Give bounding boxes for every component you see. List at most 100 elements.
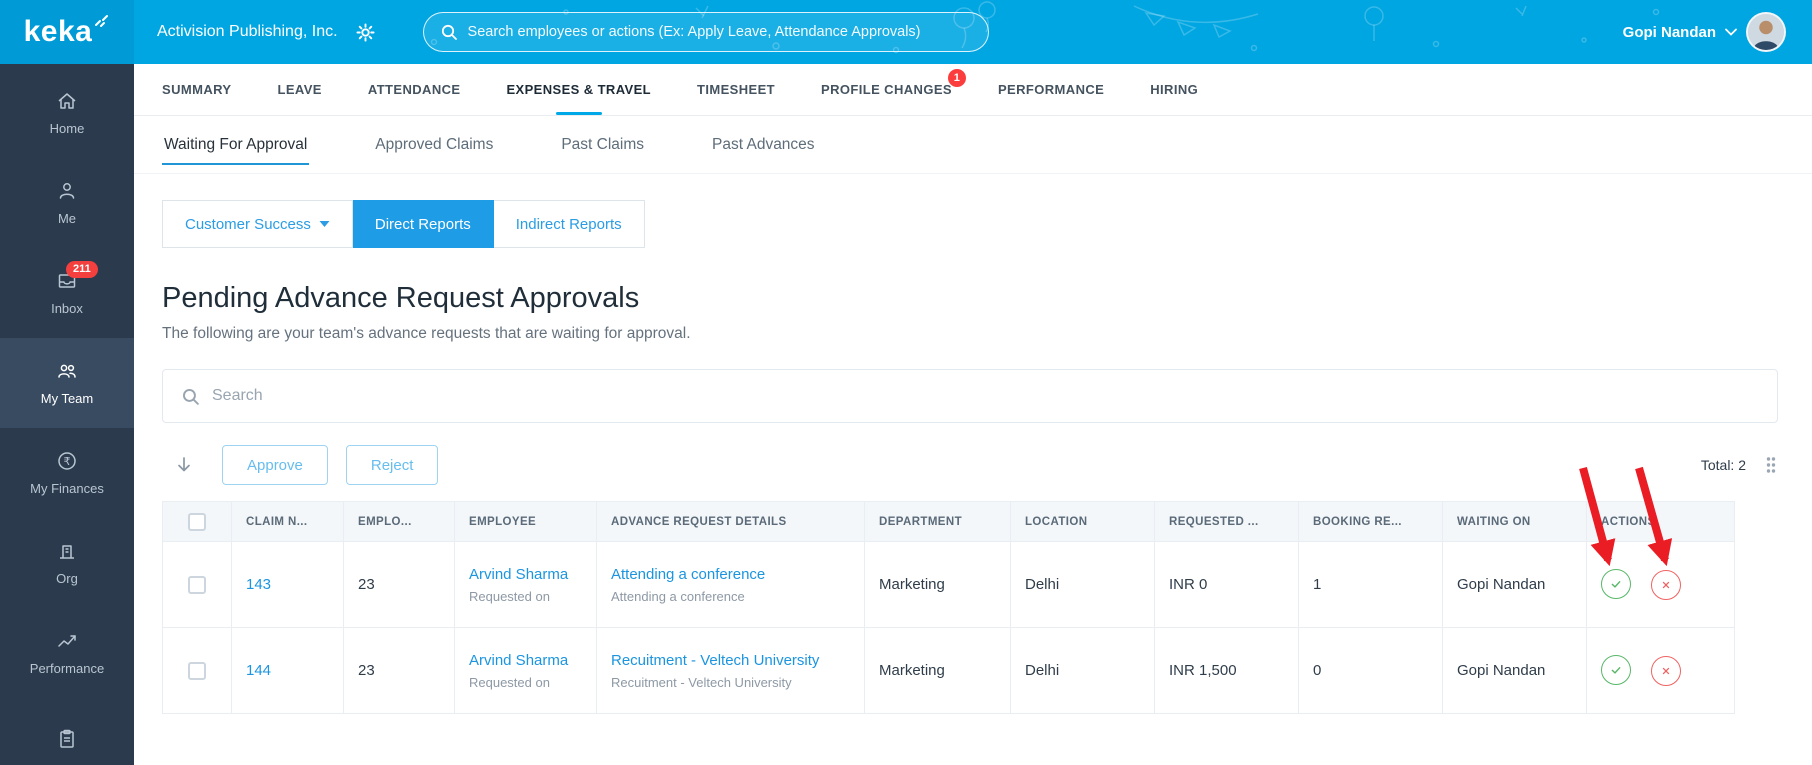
org-icon: [60, 545, 74, 559]
requested-amount: INR 1,500: [1169, 662, 1237, 679]
clipboard-icon: [60, 729, 74, 748]
report-filter-group: Customer Success Direct Reports Indirect…: [162, 200, 645, 248]
location: Delhi: [1025, 576, 1060, 593]
inbox-badge: 211: [66, 261, 98, 278]
chevron-down-icon: [1725, 28, 1737, 36]
employee-link[interactable]: Arvind Sharma: [469, 652, 573, 669]
col-requested: REQUESTED ...: [1154, 501, 1299, 542]
subtab-past-advances[interactable]: Past Advances: [710, 130, 817, 160]
requested-on-label: Requested on: [469, 674, 550, 690]
user-menu[interactable]: Gopi Nandan: [1623, 12, 1786, 52]
page-content: Customer Success Direct Reports Indirect…: [134, 174, 1812, 765]
direct-reports-button[interactable]: Direct Reports: [352, 200, 494, 248]
tab-performance[interactable]: PERFORMANCE: [998, 64, 1104, 115]
sort-download-icon[interactable]: [174, 455, 194, 475]
reject-row-icon[interactable]: [1651, 570, 1682, 600]
sidebar-item-label: My Team: [40, 391, 94, 406]
home-icon: [58, 93, 76, 109]
sidebar: Home Me 211 Inbox My Team ₹ My Finances …: [0, 64, 134, 765]
module-tabs: SUMMARY LEAVE ATTENDANCE EXPENSES & TRAV…: [134, 64, 1812, 116]
table-search-input[interactable]: [212, 387, 1759, 405]
search-icon: [183, 388, 199, 405]
page-title: Pending Advance Request Approvals: [162, 282, 640, 314]
tab-attendance[interactable]: ATTENDANCE: [368, 64, 461, 115]
person-icon: [59, 183, 75, 199]
sidebar-item-home[interactable]: Home: [0, 68, 134, 158]
col-department: DEPARTMENT: [864, 501, 1011, 542]
employee-link[interactable]: Arvind Sharma: [469, 566, 573, 583]
logo-spark-icon: [95, 15, 109, 27]
approve-button[interactable]: Approve: [222, 445, 328, 485]
col-employee: EMPLOYEE: [454, 501, 597, 542]
sidebar-item-inbox[interactable]: 211 Inbox: [0, 248, 134, 338]
tab-profile-changes-label: PROFILE CHANGES: [821, 82, 952, 97]
department: Marketing: [879, 662, 945, 679]
reject-button[interactable]: Reject: [345, 445, 439, 485]
tab-expenses-travel[interactable]: EXPENSES & TRAVEL: [506, 64, 651, 115]
sidebar-item-label: Inbox: [51, 301, 83, 316]
sidebar-item-me[interactable]: Me: [0, 158, 134, 248]
subtab-approved-claims[interactable]: Approved Claims: [373, 130, 495, 160]
request-details-link[interactable]: Attending a conference: [611, 566, 765, 583]
col-actions: ACTIONS: [1586, 501, 1735, 542]
svg-text:₹: ₹: [64, 455, 71, 468]
tab-summary[interactable]: SUMMARY: [162, 64, 231, 115]
sidebar-item-performance[interactable]: Performance: [0, 608, 134, 698]
sidebar-item-my-finances[interactable]: ₹ My Finances: [0, 428, 134, 518]
app-root: keka Activision Publishing, Inc. Search …: [0, 0, 1812, 765]
settings-gear-icon[interactable]: [356, 22, 375, 42]
tab-profile-changes[interactable]: PROFILE CHANGES 1: [821, 64, 966, 115]
sidebar-item-label: Me: [57, 211, 77, 226]
global-search-input[interactable]: [467, 24, 972, 40]
sidebar-item-label: My Finances: [30, 481, 104, 496]
booking-requests: 1: [1313, 576, 1322, 593]
search-icon: [441, 24, 457, 40]
performance-icon: [58, 635, 76, 647]
request-details-link[interactable]: Recuitment - Veltech University: [611, 652, 819, 669]
sidebar-item-my-team[interactable]: My Team: [0, 338, 134, 428]
tab-timesheet[interactable]: TIMESHEET: [697, 64, 775, 115]
requested-amount: INR 0: [1169, 576, 1208, 593]
sidebar-item-org[interactable]: Org: [0, 518, 134, 608]
column-settings-icon[interactable]: [1764, 454, 1778, 476]
employee-no: 23: [358, 662, 375, 679]
approve-row-icon[interactable]: [1601, 569, 1631, 599]
sidebar-item-clipboard[interactable]: [0, 698, 134, 765]
claim-link[interactable]: 144: [246, 662, 271, 679]
location: Delhi: [1025, 662, 1060, 679]
caret-down-icon: [319, 220, 330, 228]
waiting-on: Gopi Nandan: [1457, 576, 1546, 593]
topbar-main: Activision Publishing, Inc. Gopi Nandan: [134, 0, 1812, 64]
col-waiting-on: WAITING ON: [1442, 501, 1587, 542]
user-name: Gopi Nandan: [1622, 23, 1716, 41]
keka-logo-text: keka: [23, 15, 93, 48]
booking-requests: 0: [1313, 662, 1322, 679]
claim-link[interactable]: 143: [246, 576, 271, 593]
approve-row-icon[interactable]: [1601, 655, 1631, 685]
indirect-reports-button[interactable]: Indirect Reports: [493, 200, 645, 248]
team-selector-dropdown[interactable]: Customer Success: [162, 200, 353, 248]
row-checkbox[interactable]: [188, 575, 206, 594]
profile-changes-badge: 1: [947, 69, 966, 87]
reject-row-icon[interactable]: [1651, 656, 1682, 686]
sidebar-item-label: Performance: [29, 661, 105, 676]
table-row: 144 23 Arvind Sharma Requested on Recuit…: [162, 627, 1735, 714]
subtab-past-claims[interactable]: Past Claims: [559, 130, 646, 160]
main-area: SUMMARY LEAVE ATTENDANCE EXPENSES & TRAV…: [134, 64, 1812, 765]
row-checkbox[interactable]: [188, 661, 206, 680]
subtab-waiting-for-approval[interactable]: Waiting For Approval: [162, 130, 310, 165]
select-all-checkbox[interactable]: [188, 512, 206, 531]
waiting-on: Gopi Nandan: [1457, 662, 1546, 679]
table-toolbar: Approve Reject Total: 2: [162, 445, 1778, 485]
tab-hiring[interactable]: HIRING: [1150, 64, 1198, 115]
requested-on-label: Requested on: [469, 588, 550, 604]
global-search[interactable]: [422, 12, 989, 52]
tab-leave[interactable]: LEAVE: [277, 64, 321, 115]
request-details-sub: Recuitment - Veltech University: [611, 674, 792, 690]
keka-logo[interactable]: keka: [0, 0, 134, 64]
company-name: Activision Publishing, Inc.: [157, 23, 338, 40]
user-avatar[interactable]: [1746, 12, 1786, 52]
finances-icon: ₹: [58, 452, 76, 470]
section-tabs: Waiting For Approval Approved Claims Pas…: [134, 116, 1812, 174]
table-search[interactable]: [162, 369, 1778, 423]
